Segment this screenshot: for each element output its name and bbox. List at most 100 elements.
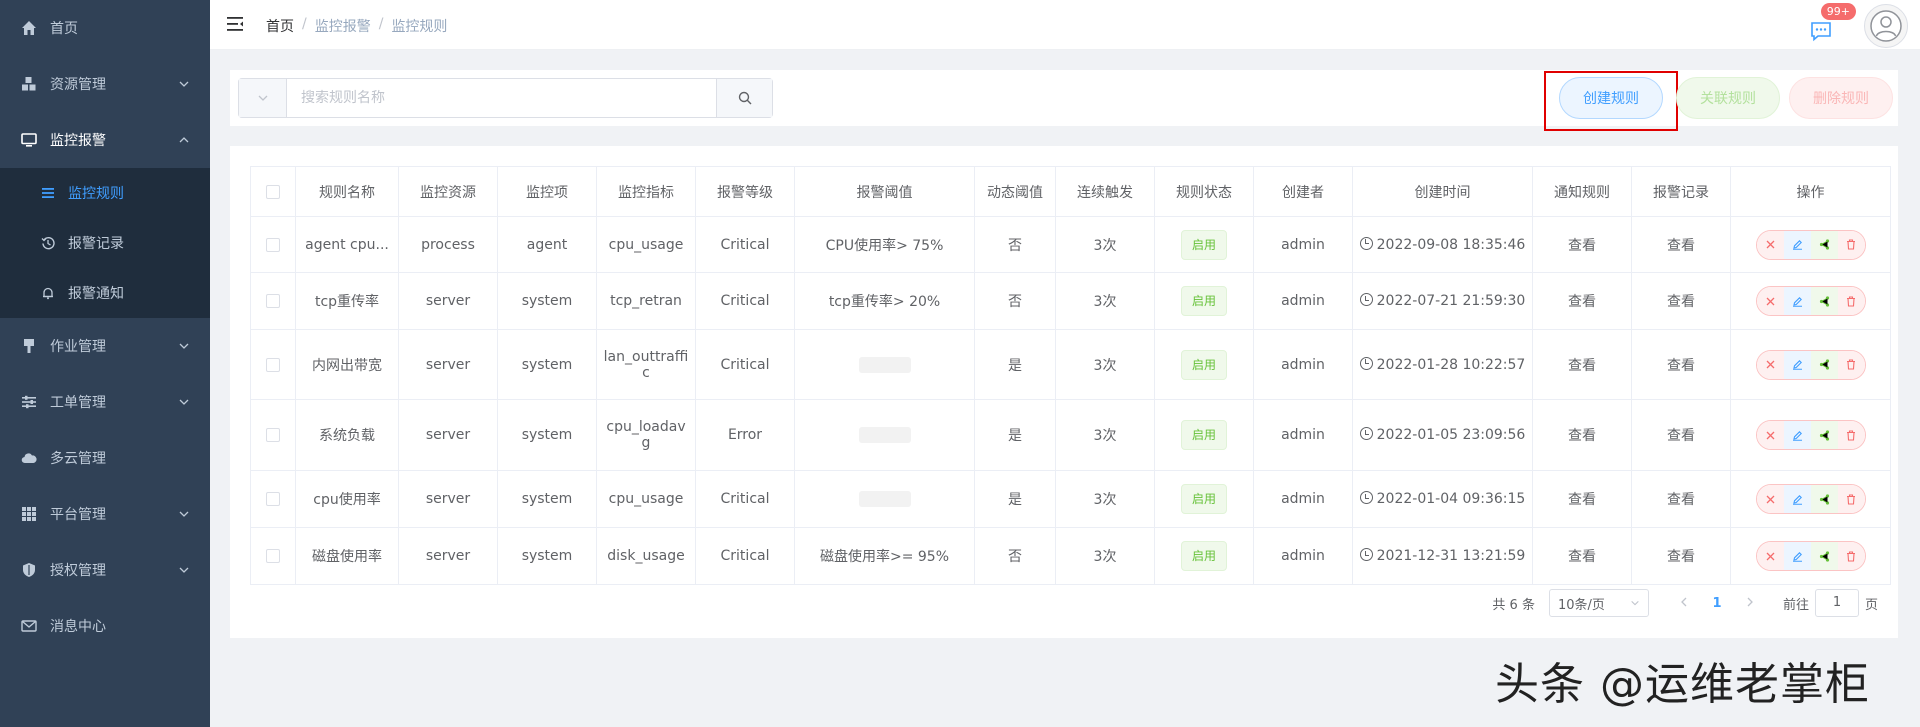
edit-button[interactable] <box>1783 287 1811 315</box>
edit-icon <box>1792 296 1802 307</box>
actions-cell <box>1730 329 1891 400</box>
view-notify-link[interactable]: 查看 <box>1568 238 1596 254</box>
current-page[interactable]: 1 <box>1699 596 1735 611</box>
created-cell: 2022-01-05 23:09:56 <box>1352 399 1533 471</box>
monitor-icon <box>20 131 38 149</box>
sidebar-item-auth[interactable]: 授权管理 <box>0 542 210 598</box>
view-record-link[interactable]: 查看 <box>1667 492 1695 508</box>
disable-button[interactable] <box>1756 350 1784 379</box>
sidebar-item-multicloud[interactable]: 多云管理 <box>0 430 210 486</box>
view-notify-link[interactable]: 查看 <box>1568 358 1596 374</box>
row-checkbox[interactable] <box>266 237 280 252</box>
chevron-down-icon <box>179 81 189 87</box>
sidebar-item-home[interactable]: 首页 <box>0 0 210 56</box>
sidebar-item-alarm-records[interactable]: 报警记录 <box>0 218 210 268</box>
edit-button[interactable] <box>1783 230 1811 259</box>
delete-button[interactable] <box>1837 230 1865 259</box>
created-cell: 2021-12-31 13:21:59 <box>1352 527 1533 585</box>
delete-button[interactable] <box>1837 485 1865 513</box>
rules-table: 规则名称 监控资源 监控项 监控指标 报警等级 报警阈值 动态阈值 连续触发 规… <box>250 166 1891 585</box>
view-notify-link[interactable]: 查看 <box>1568 428 1596 444</box>
search-type-select[interactable] <box>239 79 287 117</box>
select-all-cell <box>250 166 296 217</box>
table-row: tcp重传率 server system tcp_retran Critical… <box>250 272 1891 330</box>
bell-icon <box>40 285 56 301</box>
search-button[interactable] <box>716 79 772 117</box>
row-checkbox[interactable] <box>266 294 280 308</box>
created-cell: 2022-01-28 10:22:57 <box>1352 329 1533 400</box>
sidebar-item-label: 首页 <box>50 21 78 37</box>
disable-button[interactable] <box>1756 421 1784 449</box>
view-notify-link[interactable]: 查看 <box>1568 492 1596 508</box>
link-rule-button[interactable]: 关联规则 <box>1676 77 1780 119</box>
disable-button[interactable] <box>1756 542 1784 570</box>
share-button[interactable] <box>1810 230 1838 259</box>
row-checkbox[interactable] <box>266 357 280 372</box>
share-button[interactable] <box>1810 542 1838 570</box>
edit-button[interactable] <box>1783 421 1811 449</box>
sidebar-item-label: 多云管理 <box>50 451 106 467</box>
view-record-link[interactable]: 查看 <box>1667 358 1695 374</box>
share-icon <box>1819 239 1829 250</box>
row-checkbox[interactable] <box>266 492 280 506</box>
sidebar-item-messages[interactable]: 消息中心 <box>0 598 210 654</box>
select-all-checkbox[interactable] <box>266 184 280 199</box>
threshold-placeholder <box>858 427 911 443</box>
sidebar-item-monitor-rules[interactable]: 监控规则 <box>0 168 210 218</box>
dynamic-cell: 否 <box>974 216 1056 273</box>
view-record-link[interactable]: 查看 <box>1667 294 1695 310</box>
shield-icon <box>20 561 38 579</box>
delete-rule-button[interactable]: 删除规则 <box>1789 77 1893 119</box>
delete-button[interactable] <box>1837 350 1865 379</box>
disable-button[interactable] <box>1756 485 1784 513</box>
share-button[interactable] <box>1810 350 1838 379</box>
row-checkbox[interactable] <box>266 549 280 563</box>
breadcrumb-home[interactable]: 首页 <box>266 16 294 36</box>
avatar[interactable] <box>1864 4 1908 48</box>
search-icon <box>738 91 751 105</box>
chat-icon[interactable] <box>1810 20 1832 42</box>
sidebar-item-monitoring[interactable]: 监控报警 <box>0 112 210 168</box>
actions-cell <box>1730 216 1891 273</box>
create-rule-button[interactable]: 创建规则 <box>1559 77 1663 119</box>
trash-icon <box>1847 295 1855 307</box>
edit-button[interactable] <box>1783 350 1811 379</box>
view-record-link[interactable]: 查看 <box>1667 428 1695 444</box>
prev-page-button[interactable] <box>1669 596 1699 611</box>
resource-cell: server <box>398 399 498 471</box>
view-notify-link[interactable]: 查看 <box>1568 294 1596 310</box>
sidebar-item-jobs[interactable]: 作业管理 <box>0 318 210 374</box>
creator-cell: admin <box>1253 527 1353 585</box>
view-notify-link[interactable]: 查看 <box>1568 549 1596 565</box>
disable-button[interactable] <box>1756 230 1784 259</box>
created-time: 2022-01-05 23:09:56 <box>1376 427 1526 443</box>
sidebar-item-alarm-notify[interactable]: 报警通知 <box>0 268 210 318</box>
view-record-link[interactable]: 查看 <box>1667 238 1695 254</box>
hamburger-icon[interactable] <box>226 15 244 33</box>
page-size-value: 10条/页 <box>1557 597 1605 613</box>
row-select-cell <box>250 216 296 273</box>
page-size-select[interactable]: 10条/页 <box>1548 589 1649 617</box>
share-button[interactable] <box>1810 287 1838 315</box>
sidebar-item-resources[interactable]: 资源管理 <box>0 56 210 112</box>
sidebar-item-tickets[interactable]: 工单管理 <box>0 374 210 430</box>
resource-cell: process <box>398 216 498 273</box>
share-button[interactable] <box>1810 421 1838 449</box>
edit-button[interactable] <box>1783 485 1811 513</box>
search-input[interactable] <box>287 79 716 117</box>
row-checkbox[interactable] <box>266 428 280 442</box>
next-page-button[interactable] <box>1735 596 1765 611</box>
disable-button[interactable] <box>1756 287 1784 315</box>
threshold-placeholder <box>858 491 911 507</box>
created-time: 2022-01-04 09:36:15 <box>1376 491 1526 507</box>
view-record-link[interactable]: 查看 <box>1667 549 1695 565</box>
goto-page-input[interactable]: 1 <box>1814 589 1859 617</box>
delete-button[interactable] <box>1837 287 1865 315</box>
sidebar-item-platform[interactable]: 平台管理 <box>0 486 210 542</box>
breadcrumb-monitoring[interactable]: 监控报警 <box>315 16 371 36</box>
edit-button[interactable] <box>1783 542 1811 570</box>
delete-button[interactable] <box>1837 421 1865 449</box>
delete-button[interactable] <box>1837 542 1865 570</box>
column-header: 报警记录 <box>1631 166 1731 217</box>
share-button[interactable] <box>1810 485 1838 513</box>
